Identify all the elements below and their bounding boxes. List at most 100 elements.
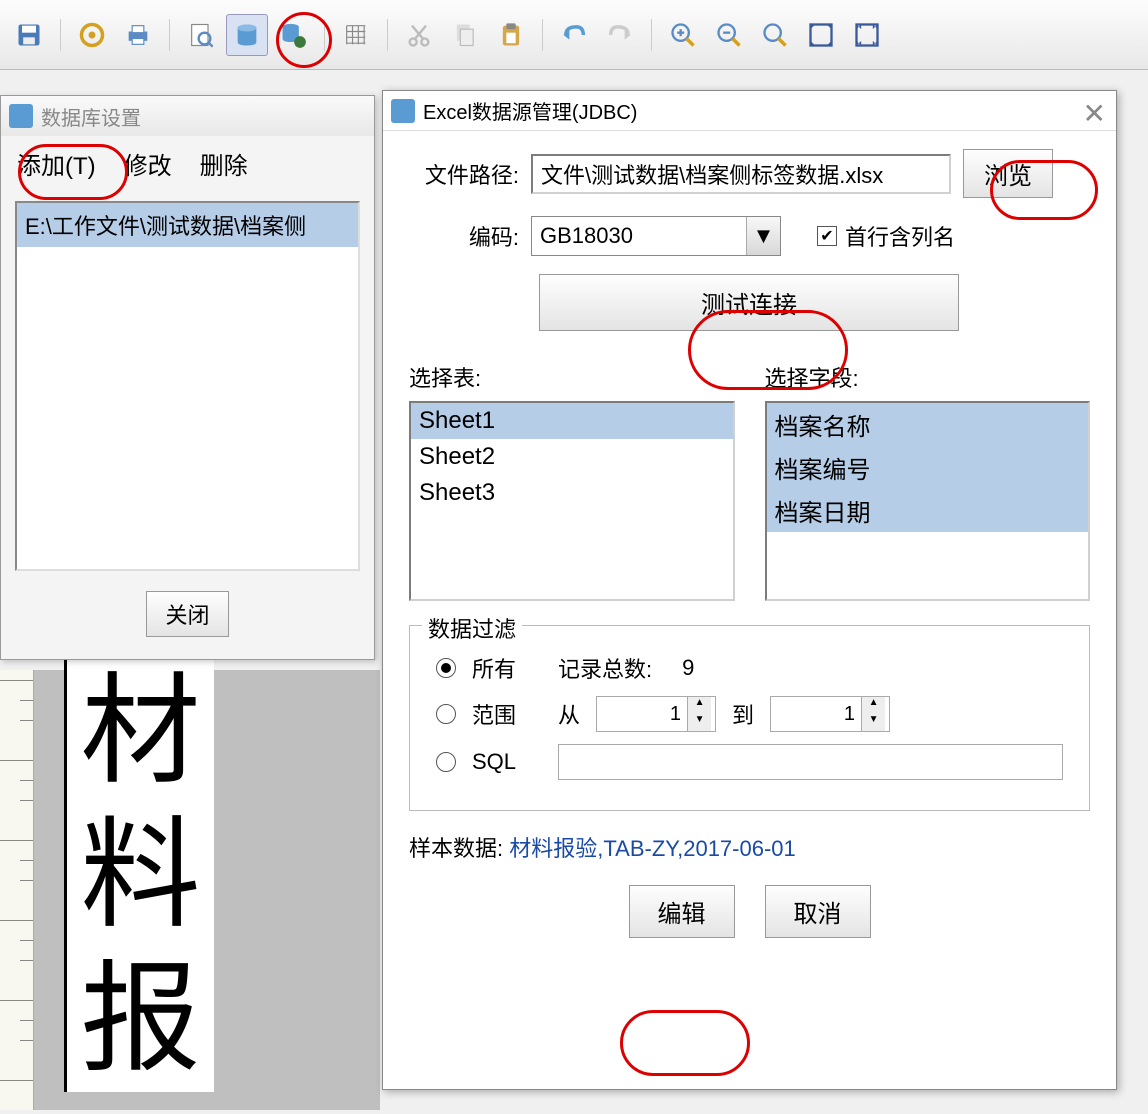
sample-data: 材料报验,TAB-ZY,2017-06-01 — [509, 836, 796, 861]
radio-range-label: 范围 — [472, 698, 542, 730]
test-connection-button[interactable]: 测试连接 — [539, 274, 959, 331]
copy-button[interactable] — [444, 14, 486, 56]
paste-button[interactable] — [490, 14, 532, 56]
filepath-label: 文件路径: — [409, 158, 519, 190]
database-icon — [233, 21, 261, 49]
select-table-label: 选择表: — [409, 361, 735, 393]
redo-icon — [606, 21, 634, 49]
spin-down[interactable]: ▼ — [688, 714, 711, 731]
fit-width-button[interactable] — [846, 14, 888, 56]
zoom-in-icon — [669, 21, 697, 49]
separator — [60, 19, 61, 51]
separator — [169, 19, 170, 51]
fields-listbox[interactable]: 档案名称 档案编号 档案日期 — [765, 401, 1091, 601]
grid-icon — [342, 21, 370, 49]
browse-button[interactable]: 浏览 — [963, 149, 1053, 198]
char: 料 — [81, 804, 201, 948]
preview-button[interactable] — [180, 14, 222, 56]
radio-sql[interactable] — [436, 752, 456, 772]
chevron-down-icon[interactable]: ▼ — [746, 217, 780, 255]
tables-listbox[interactable]: Sheet1 Sheet2 Sheet3 — [409, 401, 735, 601]
sql-input[interactable] — [558, 744, 1063, 780]
checkbox-icon: ✔ — [817, 226, 837, 246]
to-input[interactable] — [771, 697, 861, 731]
zoom-fit-button[interactable] — [754, 14, 796, 56]
undo-button[interactable] — [553, 14, 595, 56]
settings-button[interactable] — [71, 14, 113, 56]
db-menu: 添加(T) 修改 删除 — [1, 136, 374, 191]
spin-up[interactable]: ▲ — [688, 697, 711, 714]
close-button[interactable]: 关闭 — [146, 591, 228, 637]
table-item[interactable]: Sheet3 — [411, 475, 733, 511]
grid-button[interactable] — [335, 14, 377, 56]
zoom-out-icon — [715, 21, 743, 49]
delete-menu[interactable]: 删除 — [200, 146, 248, 181]
datasource-config-button[interactable] — [272, 14, 314, 56]
table-item[interactable]: Sheet1 — [411, 403, 733, 439]
add-menu[interactable]: 添加(T) — [17, 146, 96, 181]
filter-fieldset: 数据过滤 所有 记录总数: 9 范围 从 ▲▼ 到 ▲▼ — [409, 625, 1090, 811]
canvas-vertical-text: 材 料 报 — [64, 660, 214, 1092]
close-icon[interactable]: ✕ — [1083, 97, 1106, 130]
fit-page-icon — [807, 21, 835, 49]
save-button[interactable] — [8, 14, 50, 56]
to-spinner[interactable]: ▲▼ — [770, 696, 890, 732]
separator — [542, 19, 543, 51]
filter-legend: 数据过滤 — [422, 612, 522, 644]
edit-button[interactable]: 编辑 — [629, 885, 735, 938]
dialog-title: Excel数据源管理(JDBC) — [423, 96, 637, 125]
radio-range[interactable] — [436, 704, 456, 724]
copy-icon — [451, 21, 479, 49]
zoom-in-button[interactable] — [662, 14, 704, 56]
table-item[interactable]: Sheet2 — [411, 439, 733, 475]
spin-up[interactable]: ▲ — [862, 697, 885, 714]
dialog-icon — [391, 99, 415, 123]
record-count-value: 9 — [682, 655, 694, 681]
from-label: 从 — [558, 698, 580, 730]
dialog-icon — [9, 104, 33, 128]
separator — [324, 19, 325, 51]
fit-page-button[interactable] — [800, 14, 842, 56]
dialog-titlebar[interactable]: Excel数据源管理(JDBC) ✕ — [383, 91, 1116, 131]
char: 报 — [81, 948, 201, 1092]
field-item[interactable]: 档案名称 — [767, 403, 1089, 446]
cancel-button[interactable]: 取消 — [765, 885, 871, 938]
dialog-title: 数据库设置 — [41, 102, 141, 131]
gear-icon — [78, 21, 106, 49]
firstrow-label: 首行含列名 — [845, 220, 955, 252]
cut-icon — [405, 21, 433, 49]
db-list[interactable]: E:\工作文件\测试数据\档案侧 — [15, 201, 360, 571]
char: 材 — [81, 660, 201, 804]
cut-button[interactable] — [398, 14, 440, 56]
field-item[interactable]: 档案编号 — [767, 446, 1089, 489]
dialog-titlebar[interactable]: 数据库设置 — [1, 96, 374, 136]
from-input[interactable] — [597, 697, 687, 731]
save-icon — [15, 21, 43, 49]
jdbc-dialog: Excel数据源管理(JDBC) ✕ 文件路径: 浏览 编码: GB18030 … — [382, 90, 1117, 1090]
print-button[interactable] — [117, 14, 159, 56]
radio-sql-label: SQL — [472, 749, 542, 775]
field-item[interactable]: 档案日期 — [767, 489, 1089, 532]
database-gear-icon — [279, 21, 307, 49]
db-settings-dialog: 数据库设置 添加(T) 修改 删除 E:\工作文件\测试数据\档案侧 关闭 — [0, 95, 375, 660]
magnifier-icon — [761, 21, 789, 49]
filepath-input[interactable] — [531, 154, 951, 194]
to-label: 到 — [732, 698, 754, 730]
zoom-out-button[interactable] — [708, 14, 750, 56]
firstrow-checkbox[interactable]: ✔ 首行含列名 — [817, 220, 955, 252]
preview-icon — [187, 21, 215, 49]
sample-label: 样本数据: — [409, 836, 503, 861]
separator — [387, 19, 388, 51]
spin-down[interactable]: ▼ — [862, 714, 885, 731]
modify-menu[interactable]: 修改 — [124, 146, 172, 181]
main-toolbar — [0, 0, 1148, 70]
from-spinner[interactable]: ▲▼ — [596, 696, 716, 732]
db-list-item[interactable]: E:\工作文件\测试数据\档案侧 — [17, 203, 358, 247]
radio-all[interactable] — [436, 658, 456, 678]
redo-button[interactable] — [599, 14, 641, 56]
fit-width-icon — [853, 21, 881, 49]
datasource-button[interactable] — [226, 14, 268, 56]
record-count-label: 记录总数: — [558, 652, 652, 684]
separator — [651, 19, 652, 51]
encoding-combo[interactable]: GB18030 ▼ — [531, 216, 781, 256]
